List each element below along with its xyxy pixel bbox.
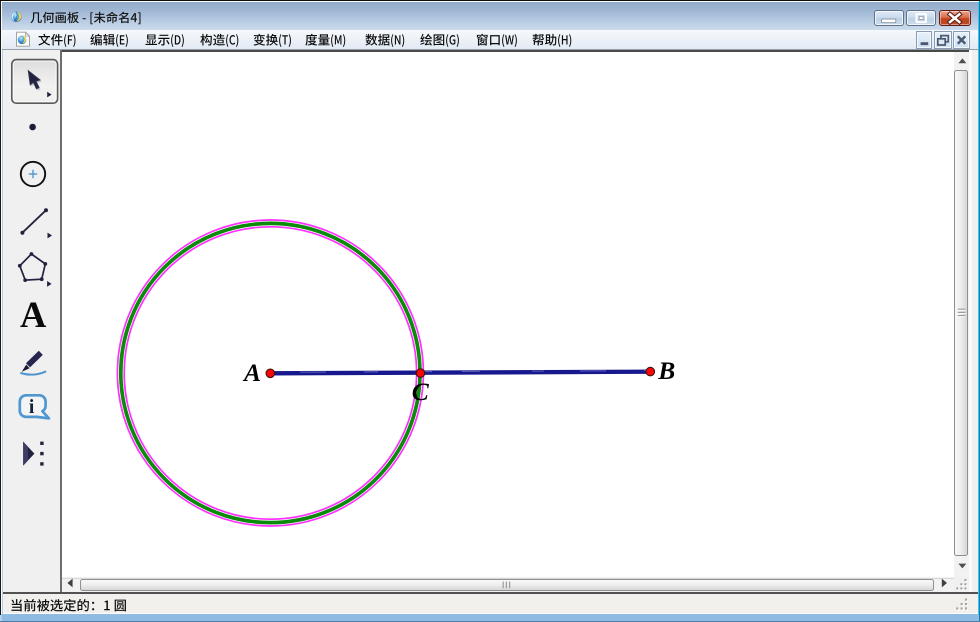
svg-text:i: i <box>29 397 35 418</box>
svg-text:A: A <box>20 294 47 335</box>
